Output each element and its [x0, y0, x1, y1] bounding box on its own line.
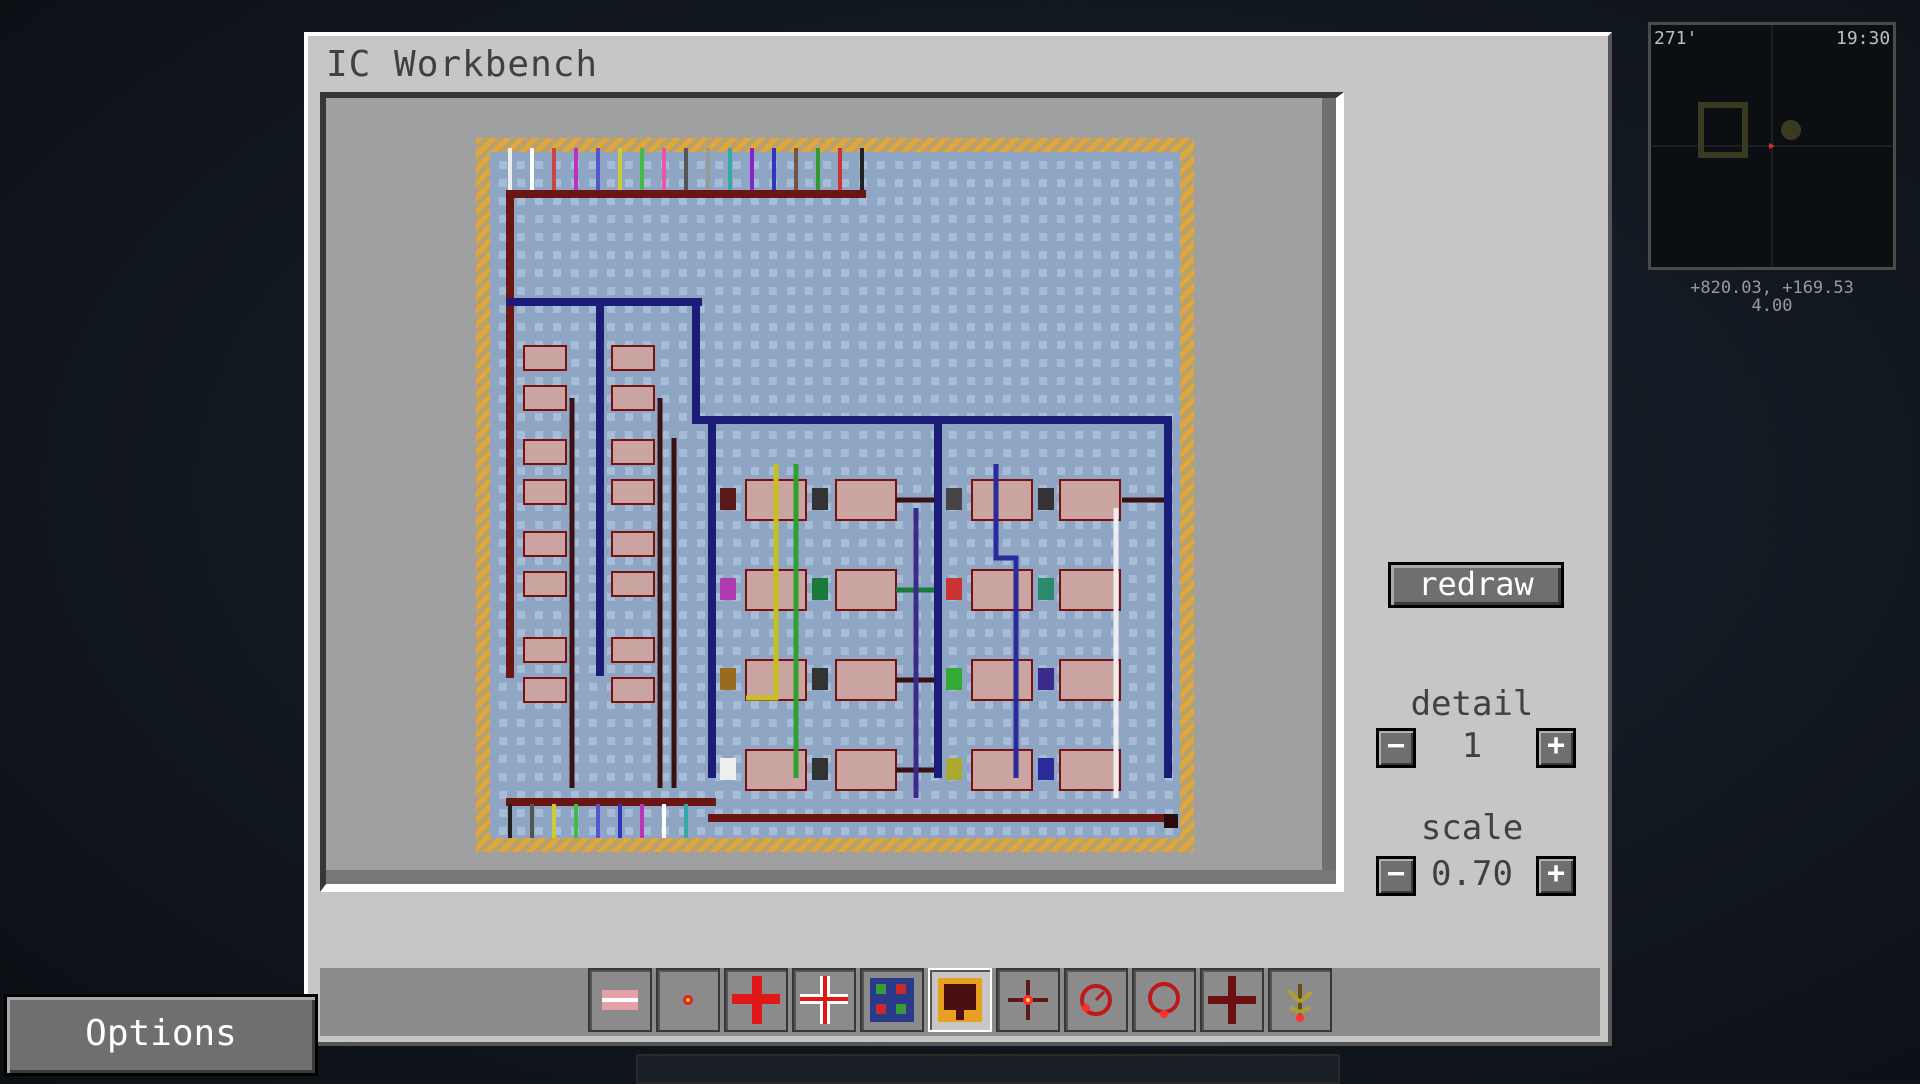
cross-wire-dark-icon [1208, 976, 1256, 1024]
scale-increase-button[interactable]: + [1536, 856, 1576, 896]
minimap-heading: 271' [1654, 28, 1698, 49]
viewport-horizontal-edge [326, 870, 1336, 884]
tool-io-gate[interactable] [928, 968, 992, 1032]
inner-bus [596, 306, 604, 676]
detail-value: 1 [1461, 726, 1483, 766]
mid-bus [506, 298, 702, 306]
minimap-coordinates: +820.03, +169.53 [1690, 278, 1854, 298]
options-button[interactable]: Options [4, 994, 318, 1076]
minimap-view [1651, 25, 1893, 267]
tool-cross-wire-dark[interactable] [1200, 968, 1264, 1032]
scale-label: scale [1420, 808, 1524, 848]
scale-decrease-button[interactable]: − [1376, 856, 1416, 896]
io-gate-icon [938, 978, 982, 1022]
timer-gate-icon [1080, 984, 1112, 1016]
inner-bus-2 [692, 306, 700, 422]
tool-timer-gate[interactable] [1064, 968, 1128, 1032]
tool-plant-gate[interactable] [1268, 968, 1332, 1032]
eraser-icon [602, 990, 638, 1010]
top-bus [506, 190, 866, 198]
minimap [1648, 22, 1896, 270]
tool-bundled-cable[interactable] [860, 968, 924, 1032]
right-left-bus [708, 418, 716, 778]
detail-label: detail [1410, 684, 1534, 724]
tool-red-cross-wire[interactable] [724, 968, 788, 1032]
tool-eraser[interactable] [588, 968, 652, 1032]
minimap-zoom: 4.00 [1751, 296, 1793, 316]
tool-torch-gate[interactable] [996, 968, 1060, 1032]
info-strip [320, 900, 1600, 966]
tool-repeater-ring[interactable] [1132, 968, 1196, 1032]
bottom-bus [708, 814, 1178, 822]
minimap-time: 19:30 [1836, 28, 1891, 49]
redraw-button[interactable]: redraw [1388, 562, 1564, 608]
window-title: IC Workbench [326, 44, 599, 85]
output-port [1164, 814, 1178, 828]
right-mid-bus [934, 418, 942, 778]
viewport-vertical-edge [1322, 98, 1336, 884]
left-bus [506, 198, 514, 678]
scale-value: 0.70 [1431, 854, 1513, 894]
plant-gate-icon [1286, 984, 1314, 1022]
torch-gate-icon [1008, 980, 1048, 1020]
right-right-bus [1164, 418, 1172, 778]
tool-insulated-cross-wire[interactable] [792, 968, 856, 1032]
right-top-bus [692, 416, 1172, 424]
bundled-cable-icon [870, 978, 914, 1022]
redstone-dot-icon [683, 995, 693, 1005]
circuit-board[interactable] [476, 138, 1194, 852]
insulated-cross-wire-icon [800, 976, 848, 1024]
red-cross-wire-icon [732, 976, 780, 1024]
detail-decrease-button[interactable]: − [1376, 728, 1416, 768]
detail-increase-button[interactable]: + [1536, 728, 1576, 768]
tool-redstone-dot[interactable] [656, 968, 720, 1032]
repeater-ring-icon [1148, 982, 1180, 1018]
